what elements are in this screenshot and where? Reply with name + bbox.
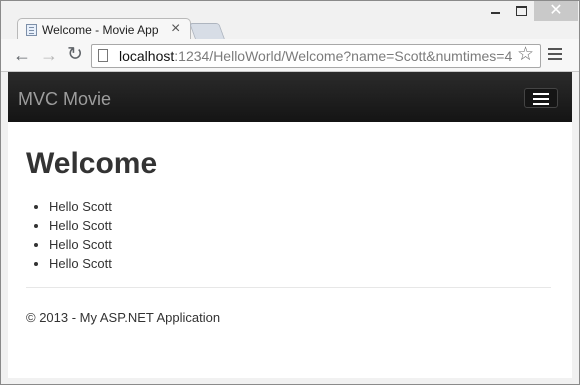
url-path: :1234/HelloWorld/Welcome?name=Scott&numt… [174, 48, 513, 64]
list-item: Hello Scott [49, 197, 112, 216]
tab-title: Welcome - Movie App [42, 23, 159, 37]
list-item: Hello Scott [49, 216, 112, 235]
page-icon [98, 49, 108, 62]
tab-close-icon[interactable]: × [171, 20, 180, 38]
browser-window: Welcome - Movie App × ✕ ← → ↻ localhost:… [0, 0, 580, 385]
reload-icon[interactable]: ↻ [65, 45, 85, 65]
footer-text: © 2013 - My ASP.NET Application [26, 310, 221, 325]
footer-divider [26, 287, 551, 288]
navbar-toggle-button[interactable] [524, 88, 558, 108]
menu-icon[interactable] [548, 48, 562, 62]
page-favicon-icon [26, 24, 37, 36]
url-text[interactable]: localhost:1234/HelloWorld/Welcome?name=S… [119, 48, 512, 64]
browser-toolbar: ← → ↻ localhost:1234/HelloWorld/Welcome?… [1, 39, 579, 72]
list-item: Hello Scott [49, 254, 112, 273]
minimize-button[interactable] [482, 1, 508, 21]
brand-link[interactable]: MVC Movie [18, 89, 111, 110]
site-navbar: MVC Movie [8, 72, 572, 122]
page-title: Welcome [26, 147, 158, 180]
maximize-button[interactable] [508, 1, 534, 21]
maximize-icon [515, 6, 527, 16]
window-close-button[interactable]: ✕ [534, 1, 578, 21]
address-bar[interactable]: localhost:1234/HelloWorld/Welcome?name=S… [91, 44, 541, 68]
back-arrow-icon[interactable]: ← [12, 45, 32, 65]
title-bar: Welcome - Movie App × ✕ [1, 1, 579, 41]
minimize-icon [490, 12, 500, 14]
tab-welcome[interactable]: Welcome - Movie App × [17, 18, 191, 41]
new-tab-button[interactable] [189, 23, 225, 39]
greeting-list: Hello Scott Hello Scott Hello Scott Hell… [30, 197, 112, 273]
forward-arrow-icon[interactable]: → [39, 45, 59, 65]
url-host: localhost [119, 48, 175, 64]
list-item: Hello Scott [49, 235, 112, 254]
page-content: MVC Movie Welcome Hello Scott Hello Scot… [8, 72, 572, 378]
bookmark-star-icon[interactable]: ☆ [517, 45, 534, 65]
